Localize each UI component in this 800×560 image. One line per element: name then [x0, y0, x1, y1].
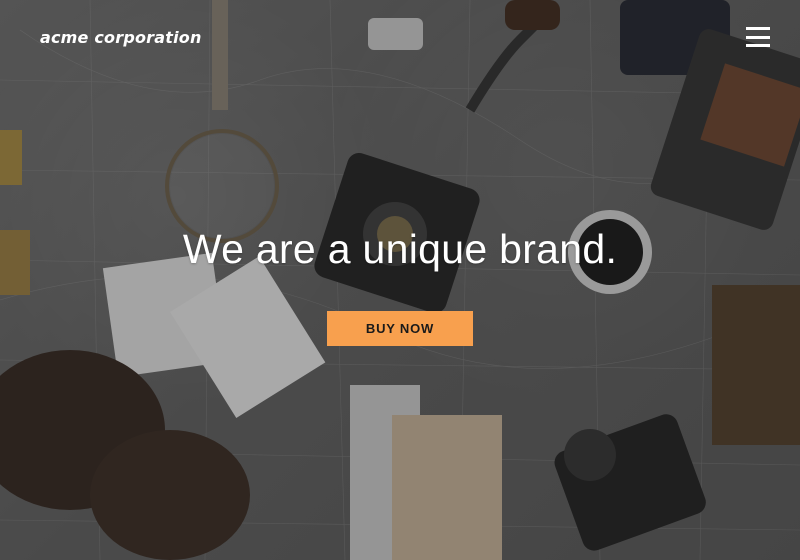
menu-bar-middle — [746, 35, 770, 39]
menu-bar-bottom — [746, 44, 770, 47]
hero-section: acme corporation We are a unique brand. … — [0, 0, 800, 560]
hamburger-menu-icon[interactable] — [746, 26, 770, 48]
background-still-life — [0, 0, 800, 560]
hero-headline: We are a unique brand. — [182, 226, 618, 272]
menu-bar-top — [746, 27, 770, 30]
buy-now-button[interactable]: BUY NOW — [327, 311, 473, 346]
brand-logo[interactable]: acme corporation — [40, 28, 202, 47]
